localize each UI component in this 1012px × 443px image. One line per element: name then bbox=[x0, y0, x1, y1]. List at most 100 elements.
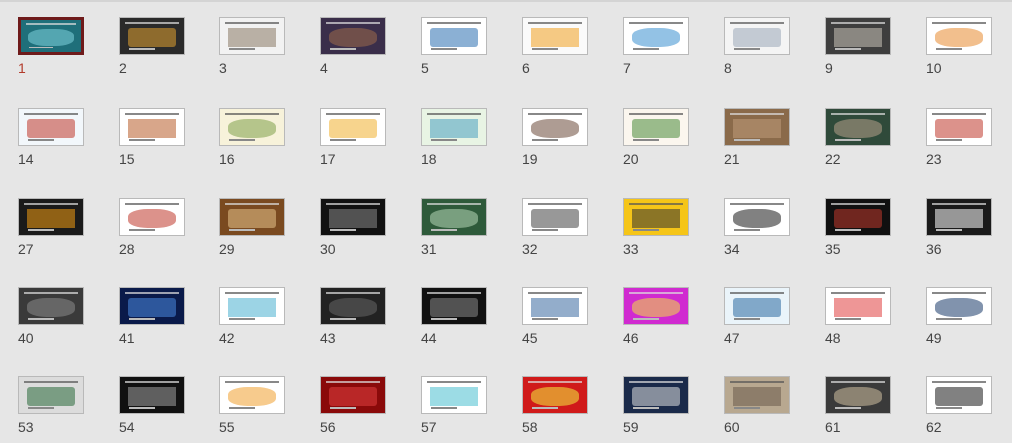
slide-thumbnail[interactable] bbox=[18, 17, 84, 55]
slide-item[interactable]: 16 bbox=[219, 108, 285, 166]
slide-thumbnail[interactable] bbox=[825, 287, 891, 325]
slide-thumbnail[interactable] bbox=[18, 287, 84, 325]
slide-item[interactable]: 20 bbox=[623, 108, 689, 166]
slide-thumbnail[interactable] bbox=[219, 17, 285, 55]
slide-item[interactable]: 4 bbox=[320, 17, 386, 75]
slide-item[interactable]: 49 bbox=[926, 287, 992, 345]
slide-item[interactable]: 41 bbox=[119, 287, 185, 345]
slide-item[interactable]: 61 bbox=[825, 376, 891, 434]
slide-thumbnail[interactable] bbox=[926, 108, 992, 146]
slide-thumbnail[interactable] bbox=[421, 108, 487, 146]
slide-item[interactable]: 33 bbox=[623, 198, 689, 256]
slide-item[interactable]: 43 bbox=[320, 287, 386, 345]
slide-item[interactable]: 2 bbox=[119, 17, 185, 75]
slide-item[interactable]: 58 bbox=[522, 376, 588, 434]
slide-thumbnail[interactable] bbox=[18, 198, 84, 236]
slide-item[interactable]: 46 bbox=[623, 287, 689, 345]
slide-thumbnail[interactable] bbox=[119, 376, 185, 414]
slide-thumbnail[interactable] bbox=[825, 17, 891, 55]
slide-thumbnail[interactable] bbox=[219, 376, 285, 414]
slide-thumbnail[interactable] bbox=[421, 376, 487, 414]
slide-item[interactable]: 6 bbox=[522, 17, 588, 75]
slide-thumbnail[interactable] bbox=[320, 17, 386, 55]
slide-item[interactable]: 45 bbox=[522, 287, 588, 345]
slide-thumbnail[interactable] bbox=[421, 198, 487, 236]
slide-item[interactable]: 47 bbox=[724, 287, 790, 345]
slide-item[interactable]: 10 bbox=[926, 17, 992, 75]
slide-thumbnail[interactable] bbox=[522, 17, 588, 55]
slide-thumbnail[interactable] bbox=[724, 17, 790, 55]
slide-thumbnail[interactable] bbox=[825, 198, 891, 236]
slide-thumbnail[interactable] bbox=[926, 17, 992, 55]
slide-thumbnail[interactable] bbox=[320, 108, 386, 146]
slide-item[interactable]: 32 bbox=[522, 198, 588, 256]
slide-thumbnail[interactable] bbox=[119, 287, 185, 325]
slide-thumbnail[interactable] bbox=[522, 198, 588, 236]
slide-item[interactable]: 5 bbox=[421, 17, 487, 75]
slide-thumbnail[interactable] bbox=[18, 376, 84, 414]
slide-item[interactable]: 15 bbox=[119, 108, 185, 166]
slide-thumbnail[interactable] bbox=[119, 17, 185, 55]
slide-item[interactable]: 48 bbox=[825, 287, 891, 345]
slide-thumbnail[interactable] bbox=[119, 108, 185, 146]
slide-item[interactable]: 7 bbox=[623, 17, 689, 75]
slide-thumbnail[interactable] bbox=[926, 198, 992, 236]
slide-thumbnail[interactable] bbox=[623, 198, 689, 236]
slide-thumbnail[interactable] bbox=[724, 108, 790, 146]
slide-item[interactable]: 17 bbox=[320, 108, 386, 166]
slide-item[interactable]: 55 bbox=[219, 376, 285, 434]
slide-thumbnail[interactable] bbox=[623, 376, 689, 414]
slide-item[interactable]: 56 bbox=[320, 376, 386, 434]
slide-thumbnail[interactable] bbox=[623, 17, 689, 55]
slide-item[interactable]: 36 bbox=[926, 198, 992, 256]
slide-item[interactable]: 44 bbox=[421, 287, 487, 345]
slide-item[interactable]: 19 bbox=[522, 108, 588, 166]
slide-thumbnail[interactable] bbox=[320, 287, 386, 325]
slide-item[interactable]: 54 bbox=[119, 376, 185, 434]
slide-item[interactable]: 9 bbox=[825, 17, 891, 75]
slide-thumbnail[interactable] bbox=[320, 376, 386, 414]
slide-item[interactable]: 34 bbox=[724, 198, 790, 256]
slide-thumbnail[interactable] bbox=[219, 198, 285, 236]
slide-thumbnail[interactable] bbox=[522, 376, 588, 414]
slide-item[interactable]: 3 bbox=[219, 17, 285, 75]
slide-item[interactable]: 35 bbox=[825, 198, 891, 256]
slide-thumbnail[interactable] bbox=[825, 376, 891, 414]
slide-item[interactable]: 30 bbox=[320, 198, 386, 256]
slide-thumbnail[interactable] bbox=[825, 108, 891, 146]
slide-item[interactable]: 29 bbox=[219, 198, 285, 256]
slide-item[interactable]: 21 bbox=[724, 108, 790, 166]
slide-item[interactable]: 8 bbox=[724, 17, 790, 75]
slide-thumbnail[interactable] bbox=[421, 17, 487, 55]
slide-item[interactable]: 18 bbox=[421, 108, 487, 166]
slide-item[interactable]: 40 bbox=[18, 287, 84, 345]
slide-thumbnail[interactable] bbox=[724, 287, 790, 325]
slide-item[interactable]: 62 bbox=[926, 376, 992, 434]
slide-thumbnail[interactable] bbox=[119, 198, 185, 236]
slide-thumbnail[interactable] bbox=[421, 287, 487, 325]
slide-thumbnail[interactable] bbox=[926, 376, 992, 414]
slide-item[interactable]: 42 bbox=[219, 287, 285, 345]
slide-thumbnail[interactable] bbox=[522, 108, 588, 146]
slide-item[interactable]: 60 bbox=[724, 376, 790, 434]
slide-thumbnail[interactable] bbox=[522, 287, 588, 325]
slide-item[interactable]: 23 bbox=[926, 108, 992, 166]
slide-thumbnail[interactable] bbox=[320, 198, 386, 236]
slide-item[interactable]: 28 bbox=[119, 198, 185, 256]
slide-thumbnail[interactable] bbox=[623, 287, 689, 325]
slide-thumbnail[interactable] bbox=[623, 108, 689, 146]
slide-item[interactable]: 27 bbox=[18, 198, 84, 256]
slide-item[interactable]: 59 bbox=[623, 376, 689, 434]
slide-thumbnail[interactable] bbox=[926, 287, 992, 325]
slide-item[interactable]: 1 bbox=[18, 17, 84, 75]
slide-thumbnail[interactable] bbox=[724, 198, 790, 236]
slide-thumbnail[interactable] bbox=[724, 376, 790, 414]
slide-thumbnail[interactable] bbox=[219, 108, 285, 146]
slide-item[interactable]: 57 bbox=[421, 376, 487, 434]
slide-item[interactable]: 22 bbox=[825, 108, 891, 166]
slide-item[interactable]: 53 bbox=[18, 376, 84, 434]
slide-item[interactable]: 31 bbox=[421, 198, 487, 256]
slide-item[interactable]: 14 bbox=[18, 108, 84, 166]
slide-thumbnail[interactable] bbox=[219, 287, 285, 325]
slide-thumbnail[interactable] bbox=[18, 108, 84, 146]
